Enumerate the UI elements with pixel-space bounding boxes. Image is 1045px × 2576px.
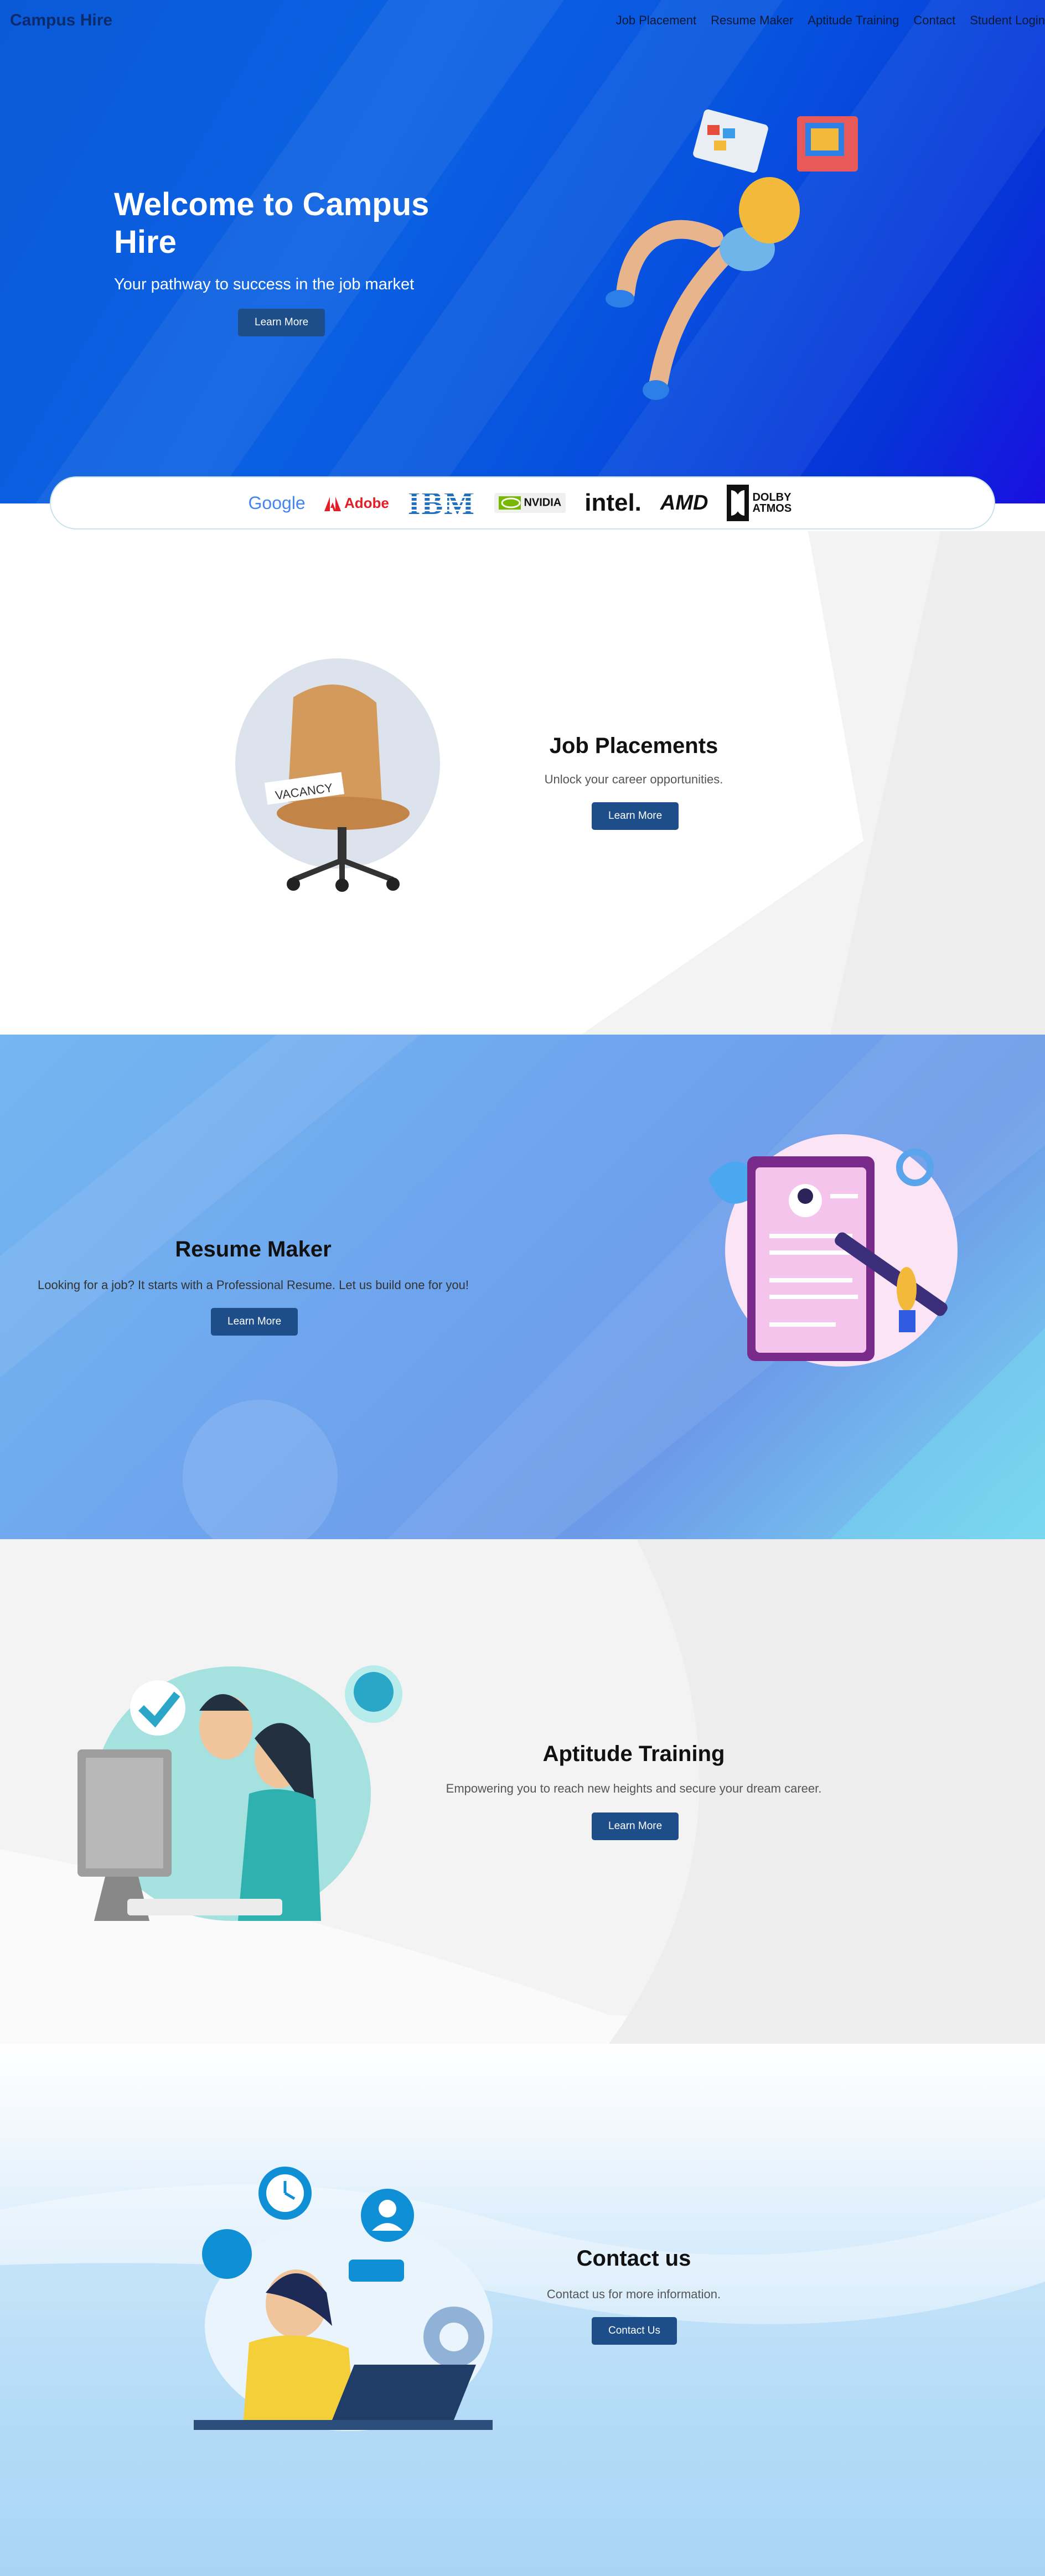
- nvidia-text: NVIDIA: [524, 496, 562, 509]
- amd-logo: AMD: [660, 491, 708, 515]
- resume-maker-learn-more-button[interactable]: Learn More: [211, 1308, 298, 1336]
- google-logo: Google: [248, 492, 306, 513]
- dolby-mark-icon: [727, 485, 749, 521]
- contact-bg-waves: [0, 2184, 1045, 2576]
- hero-learn-more-button[interactable]: Learn More: [238, 309, 325, 336]
- job-placements-section: VACANCY Job Placements Unlock your caree…: [0, 531, 1045, 1035]
- resume-illustration: [708, 1134, 958, 1367]
- hero-section: Campus Hire Job Placement Resume Maker A…: [0, 0, 1045, 503]
- aptitude-training-section: Aptitude Training Empowering you to reac…: [0, 1539, 1045, 2044]
- ibm-logo: IBM: [407, 485, 475, 521]
- intel-logo: intel.: [584, 489, 642, 516]
- contact-title: Contact us: [576, 2246, 691, 2271]
- dolby-text: DOLBY ATMOS: [752, 491, 792, 515]
- nav-links: Job Placement Resume Maker Aptitude Trai…: [616, 13, 1045, 28]
- navbar: Campus Hire Job Placement Resume Maker A…: [0, 0, 1045, 44]
- adobe-logo: Adobe: [324, 495, 389, 512]
- nav-aptitude-training[interactable]: Aptitude Training: [808, 13, 899, 28]
- contact-us-button[interactable]: Contact Us: [592, 2317, 677, 2345]
- hero-illustration: [606, 109, 858, 400]
- job-placements-subtitle: Unlock your career opportunities.: [544, 772, 723, 786]
- aptitude-training-title: Aptitude Training: [542, 1742, 725, 1766]
- contact-subtitle: Contact us for more information.: [546, 2287, 721, 2301]
- page: Campus Hire Job Placement Resume Maker A…: [0, 0, 1045, 2576]
- resume-maker-title: Resume Maker: [175, 1237, 332, 1261]
- nvidia-eye-icon: [498, 496, 521, 510]
- nav-student-login[interactable]: Student Login: [970, 13, 1045, 28]
- aptitude-illustration: [77, 1665, 402, 1921]
- hero-subtitle: Your pathway to success in the job marke…: [114, 276, 415, 293]
- brand-logo[interactable]: Campus Hire: [10, 11, 112, 30]
- adobe-icon: [324, 496, 341, 511]
- resume-maker-section: Resume Maker Looking for a job? It start…: [0, 1035, 1045, 1539]
- hero-title: Welcome to Campus Hire: [114, 186, 430, 260]
- nvidia-logo: NVIDIA: [494, 493, 566, 513]
- vacancy-chair-illustration: VACANCY: [235, 658, 440, 892]
- resume-maker-subtitle: Looking for a job? It starts with a Prof…: [38, 1278, 469, 1292]
- nav-resume-maker[interactable]: Resume Maker: [711, 13, 793, 28]
- job-placements-title: Job Placements: [549, 734, 718, 758]
- dolby-logo: DOLBY ATMOS: [727, 485, 796, 521]
- aptitude-training-learn-more-button[interactable]: Learn More: [592, 1812, 679, 1840]
- nav-contact[interactable]: Contact: [913, 13, 955, 28]
- adobe-text: Adobe: [344, 494, 389, 511]
- contact-illustration: [194, 2167, 493, 2431]
- contact-section: Contact us Contact us for more informati…: [0, 2044, 1045, 2576]
- aptitude-training-subtitle: Empowering you to reach new heights and …: [446, 1782, 822, 1795]
- job-placements-learn-more-button[interactable]: Learn More: [592, 802, 679, 830]
- partner-logo-strip: Google Adobe IBM NVIDIA intel. AMD DOLBY…: [50, 476, 995, 529]
- nav-job-placement[interactable]: Job Placement: [616, 13, 697, 28]
